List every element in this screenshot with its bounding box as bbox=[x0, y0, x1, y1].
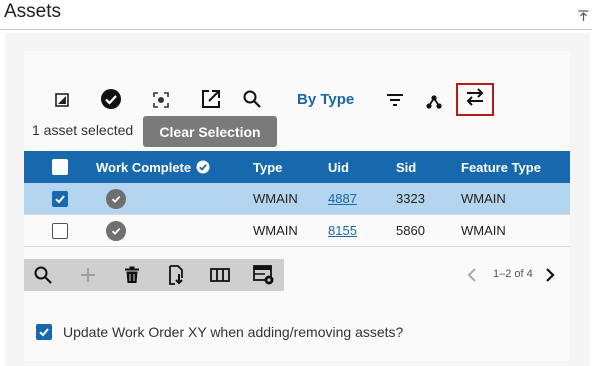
filter-icon[interactable] bbox=[384, 89, 406, 111]
panel-header: Assets bbox=[0, 0, 592, 30]
bottom-toolbar bbox=[24, 259, 284, 291]
table-row[interactable]: WMAIN 8155 5860 WMAIN bbox=[24, 215, 570, 247]
pagination-text: 1–2 of 4 bbox=[493, 268, 533, 280]
cell-feature-type: WMAIN bbox=[461, 191, 506, 206]
edit-image-icon[interactable] bbox=[51, 89, 73, 111]
column-sid[interactable]: Sid bbox=[396, 151, 416, 183]
swap-icon bbox=[464, 86, 486, 113]
table-settings-icon[interactable] bbox=[253, 264, 275, 286]
select-all-checkbox[interactable] bbox=[52, 159, 68, 175]
add-icon[interactable] bbox=[77, 264, 99, 286]
check-circle-icon[interactable] bbox=[100, 88, 122, 110]
work-complete-icon bbox=[106, 188, 126, 209]
hierarchy-icon[interactable] bbox=[423, 91, 445, 113]
update-work-order-label: Update Work Order XY when adding/removin… bbox=[63, 324, 404, 340]
collapse-up-icon[interactable] bbox=[578, 9, 589, 21]
columns-icon[interactable] bbox=[209, 264, 231, 286]
row-checkbox[interactable] bbox=[52, 190, 68, 207]
update-work-order-checkbox[interactable] bbox=[36, 324, 52, 340]
row-checkbox[interactable] bbox=[52, 222, 68, 239]
selection-count: 1 asset selected bbox=[32, 122, 134, 138]
cell-type: WMAIN bbox=[253, 191, 298, 206]
panel-title: Assets bbox=[4, 1, 62, 22]
delete-icon[interactable] bbox=[121, 264, 143, 286]
by-type-button[interactable]: By Type bbox=[297, 91, 354, 108]
cell-uid-link[interactable]: 4887 bbox=[328, 191, 357, 206]
column-uid[interactable]: Uid bbox=[328, 151, 349, 183]
column-feature-type[interactable]: Feature Type bbox=[461, 151, 541, 183]
focus-icon[interactable] bbox=[150, 89, 172, 111]
search-icon[interactable] bbox=[241, 88, 263, 110]
assets-table: Work Complete Type Uid Sid Feature Type … bbox=[24, 151, 570, 247]
column-type[interactable]: Type bbox=[253, 151, 282, 183]
previous-page-icon[interactable] bbox=[465, 266, 479, 284]
cell-sid: 3323 bbox=[396, 191, 425, 206]
swap-button[interactable] bbox=[456, 83, 494, 116]
cell-sid: 5860 bbox=[396, 223, 425, 238]
work-complete-icon bbox=[106, 220, 126, 241]
table-header: Work Complete Type Uid Sid Feature Type bbox=[24, 151, 570, 183]
clear-selection-button[interactable]: Clear Selection bbox=[143, 116, 277, 147]
header-divider bbox=[0, 29, 592, 30]
cell-feature-type: WMAIN bbox=[461, 223, 506, 238]
table-row[interactable]: WMAIN 4887 3323 WMAIN bbox=[24, 183, 570, 215]
cell-type: WMAIN bbox=[253, 223, 298, 238]
cell-uid-link[interactable]: 8155 bbox=[328, 223, 357, 238]
column-work-complete[interactable]: Work Complete bbox=[96, 160, 191, 175]
next-page-icon[interactable] bbox=[543, 266, 557, 284]
open-external-icon[interactable] bbox=[200, 88, 222, 110]
search-icon[interactable] bbox=[32, 264, 54, 286]
check-circle-icon bbox=[196, 160, 210, 174]
import-icon[interactable] bbox=[165, 264, 187, 286]
